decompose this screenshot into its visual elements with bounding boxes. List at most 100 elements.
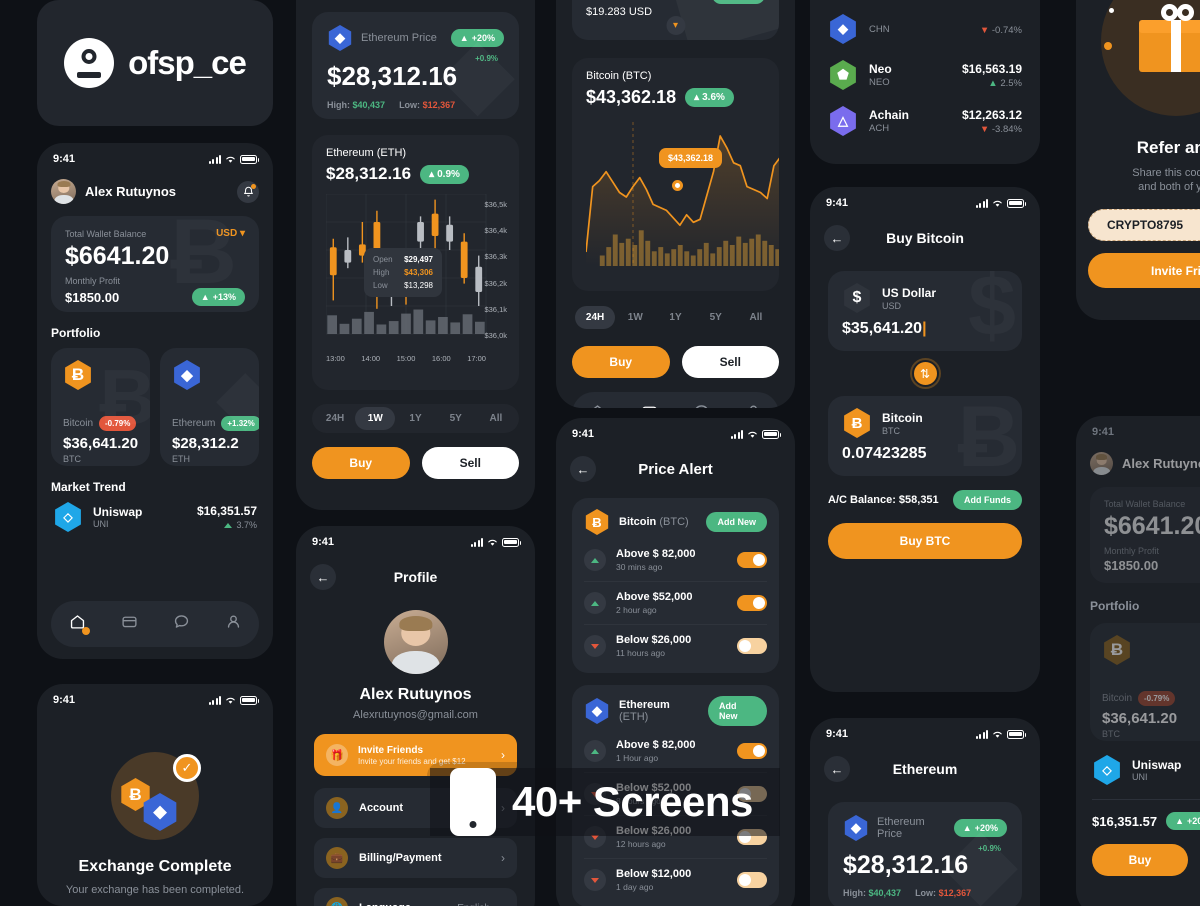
range-tab-1y[interactable]: 1Y (395, 407, 435, 430)
nav-wallet-icon[interactable] (641, 403, 658, 408)
back-arrow-icon[interactable]: ← (310, 564, 336, 590)
range-tab-5y[interactable]: 5Y (436, 407, 476, 430)
buy-button[interactable]: Buy (1092, 844, 1188, 876)
coin-change: ▼ -0.74% (979, 24, 1022, 36)
invite-friends-button[interactable]: Invite Fri (1088, 253, 1200, 288)
buy-button[interactable]: Buy (312, 447, 410, 479)
nav-bar: ← Profile (296, 552, 535, 596)
btc-chart-change-badge: ▴ 3.6% (685, 88, 734, 107)
buy-button[interactable]: Buy (572, 346, 670, 378)
profile-name: Alex Rutuynos (359, 686, 472, 703)
add-funds-button[interactable]: Add Funds (953, 490, 1022, 510)
nav-chat-icon[interactable] (693, 403, 710, 408)
portfolio-card-ethereum[interactable]: ◆ ◆ Ethereum +1.32% $28,312.2 ETH (160, 348, 259, 466)
market-price: $16,351.57 (196, 504, 257, 518)
portfolio-card-bitcoin[interactable]: Ƀ Ƀ Bitcoin -0.79% $36,641.20 BTC (1090, 623, 1200, 741)
back-arrow-icon[interactable]: ← (824, 756, 850, 782)
coin-row-ach[interactable]: △ Achain ACH $12,263.12 ▼ -3.84% (828, 106, 1022, 136)
coin-change-badge: -0.79% (1138, 691, 1176, 706)
alert-time: 2 hour ago (616, 605, 657, 615)
status-time: 9:41 (826, 728, 849, 740)
profit-label: Monthly Profit (1104, 546, 1160, 556)
avatar[interactable] (51, 179, 76, 204)
buy-btc-button[interactable]: Buy BTC (828, 523, 1022, 559)
ethereum-detail-screen: 9:41 ← Ethereum ◆ ◆ Ethereum Price ▲ +20… (810, 718, 1040, 906)
alert-text: Below $12,000 (616, 868, 692, 880)
alert-row[interactable]: Below $12,000 1 day ago (584, 858, 767, 901)
sell-button[interactable]: Sell (421, 447, 519, 479)
to-amount-field[interactable]: 0.07423285 (842, 445, 1008, 463)
alert-toggle[interactable] (737, 872, 767, 888)
nav-wallet-icon[interactable] (121, 613, 138, 635)
profile-avatar[interactable] (383, 610, 448, 674)
buy-to-card[interactable]: Ƀ Ƀ Bitcoin BTC 0.07423285 (828, 396, 1022, 476)
add-new-button[interactable]: Add New (706, 512, 767, 532)
add-new-button[interactable]: Add New (707, 696, 767, 726)
back-arrow-icon[interactable]: ← (570, 456, 596, 482)
brand-name: ofsp_ce (128, 44, 247, 81)
coin-ticker: BTC (1102, 729, 1120, 739)
chevron-down-icon[interactable]: ▾ (666, 16, 685, 35)
alert-toggle[interactable] (737, 638, 767, 654)
range-tab-all[interactable]: All (476, 407, 516, 430)
coin-row-chn[interactable]: ◆ CHN ▼ -0.74% (828, 14, 1022, 44)
gift-illustration (1101, 0, 1200, 116)
market-row-uniswap[interactable]: ◇ Uniswap UNI $16,351.57 3.7% (37, 494, 273, 532)
back-arrow-icon[interactable]: ← (824, 225, 850, 251)
referral-code-field[interactable]: CRYPTO8795 (1088, 209, 1200, 241)
nav-chat-icon[interactable] (173, 613, 190, 635)
alert-toggle[interactable] (737, 595, 767, 611)
wifi-icon (993, 731, 1002, 738)
alert-row[interactable]: Above $ 82,000 30 mins ago (584, 539, 767, 581)
nav-home-icon[interactable] (589, 403, 606, 408)
menu-item-label: Billing/Payment (359, 852, 442, 864)
range-tab-5y[interactable]: 5Y (696, 306, 736, 329)
y-tick-label: $36,5k (484, 200, 507, 209)
chevron-down-icon: ▾ (239, 228, 245, 239)
range-tab-all[interactable]: All (736, 306, 776, 329)
bitcoin-icon: Ƀ (1104, 635, 1130, 665)
coin-price: $12,263.12 (961, 107, 1022, 122)
wifi-icon (748, 431, 757, 438)
nav-profile-icon[interactable] (225, 613, 242, 635)
from-amount-field[interactable]: $35,641.20| (842, 320, 1008, 338)
chart-point-marker (672, 180, 683, 191)
arrow-down-icon (584, 869, 606, 891)
swap-vertical-icon[interactable]: ⇅ (911, 360, 939, 387)
range-tab-24h[interactable]: 24H (315, 407, 355, 430)
alert-row[interactable]: Below $26,000 11 hours ago (584, 624, 767, 667)
alert-row[interactable]: Above $ 82,000 1 Hour ago (584, 730, 767, 772)
range-tab-24h[interactable]: 24H (575, 306, 616, 329)
sell-button[interactable]: Sell (681, 346, 779, 378)
profile-menu-item-billing-payment[interactable]: 💼 Billing/Payment › (314, 838, 517, 878)
bell-icon[interactable] (237, 180, 259, 203)
alert-toggle[interactable] (737, 552, 767, 568)
market-row-uniswap[interactable]: ◇ Uniswap UNI (1076, 741, 1200, 785)
arrow-up-icon (224, 522, 233, 528)
profile-menu-item-language[interactable]: 🌐 Language English › (314, 888, 517, 906)
nav-profile-icon[interactable] (745, 403, 762, 408)
alert-toggle[interactable] (737, 743, 767, 759)
nav-home-icon[interactable] (69, 613, 90, 635)
refer-subtitle-1: Share this code w (1132, 167, 1200, 179)
eth-price-card: ◆ ◆ Ethereum Price ▲ +20% +0.9% $28,312.… (312, 12, 519, 119)
buy-from-card[interactable]: $ $ US Dollar USD $35,641.20| (828, 271, 1022, 351)
x-tick-label: 13:00 (326, 354, 345, 363)
exchange-subtitle: Your exchange has been completed. (65, 884, 245, 896)
group-ticker: (ETH) (619, 711, 649, 723)
alert-row[interactable]: Above $52,000 2 hour ago (584, 581, 767, 624)
range-tab-1y[interactable]: 1Y (655, 306, 695, 329)
bottom-nav (572, 392, 779, 408)
eth-range-tabs[interactable]: 24H 1W 1Y 5Y All (312, 404, 519, 433)
range-tab-1w[interactable]: 1W (615, 306, 655, 329)
coin-row-neo[interactable]: ⬟ Neo NEO $16,563.19 ▲ 2.5% (828, 60, 1022, 90)
portfolio-card-bitcoin[interactable]: Ƀ Ƀ Bitcoin -0.79% $36,641.20 BTC (51, 348, 150, 466)
btc-range-tabs[interactable]: 24H 1W 1Y 5Y All (572, 303, 779, 332)
status-time: 9:41 (826, 197, 849, 209)
currency-selector[interactable]: USD ▾ (216, 228, 245, 239)
uniswap-icon: ◇ (1094, 755, 1120, 785)
market-ticker: UNI (93, 519, 109, 529)
avatar[interactable] (1090, 452, 1113, 475)
battery-icon (1007, 198, 1026, 208)
range-tab-1w[interactable]: 1W (355, 407, 396, 430)
